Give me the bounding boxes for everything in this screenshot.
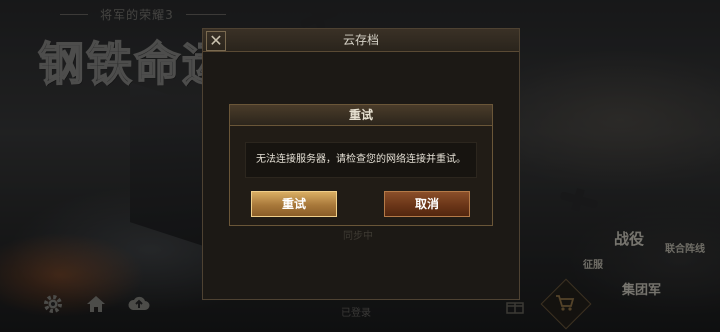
error-message: 无法连接服务器，请检查您的网络连接并重试。	[245, 142, 477, 178]
retry-dialog-title: 重试	[230, 105, 492, 126]
cloud-save-status-text: 同步中	[343, 231, 373, 242]
retry-button[interactable]: 重试	[251, 191, 337, 217]
retry-dialog: 重试 无法连接服务器，请检查您的网络连接并重试。 重试 取消	[229, 104, 493, 226]
cancel-button[interactable]: 取消	[384, 191, 470, 217]
cloud-save-dialog-header: 云存档	[203, 29, 519, 52]
close-icon[interactable]: ✕	[206, 31, 226, 51]
cloud-save-dialog-title: 云存档	[342, 33, 379, 47]
